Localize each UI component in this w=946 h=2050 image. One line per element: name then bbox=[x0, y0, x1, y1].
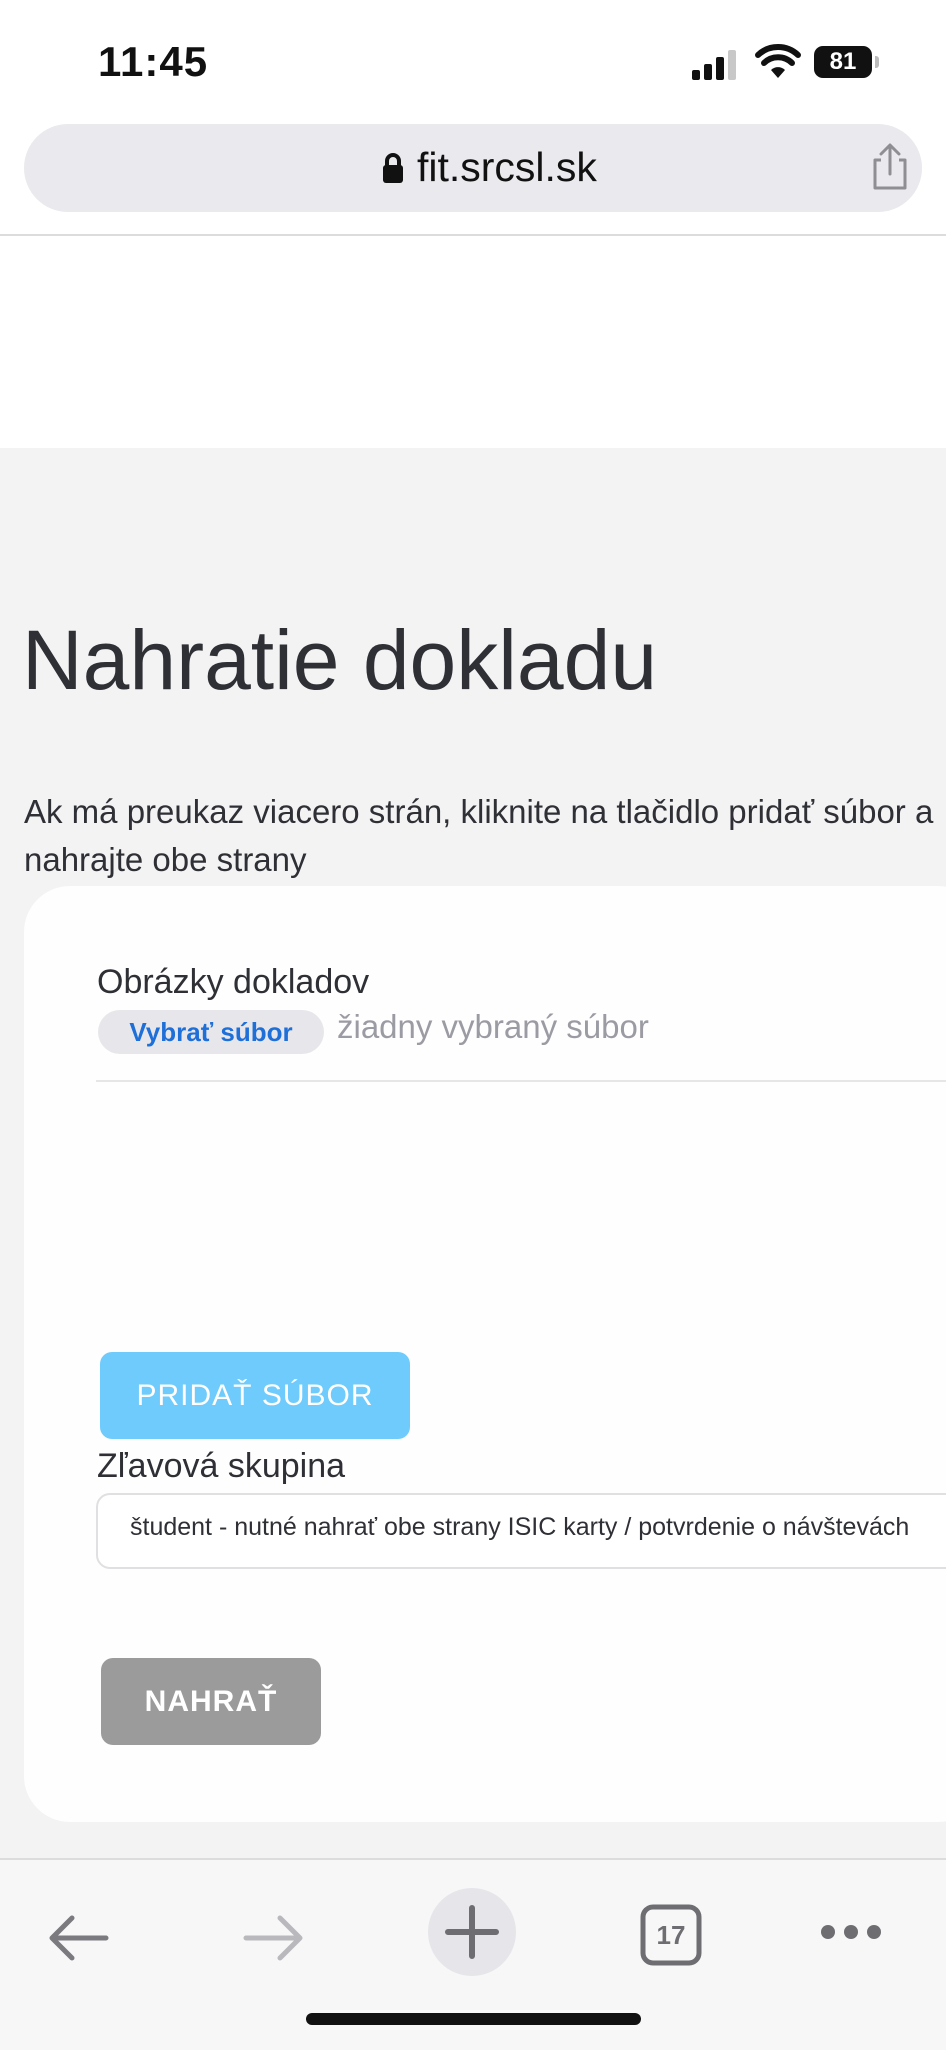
battery-level: 81 bbox=[814, 46, 872, 78]
back-arrow-icon[interactable] bbox=[46, 1914, 110, 1962]
images-label: Obrázky dokladov bbox=[97, 963, 370, 1001]
home-indicator bbox=[306, 2013, 641, 2025]
add-file-button[interactable]: PRIDAŤ SÚBOR bbox=[100, 1352, 410, 1439]
upload-button[interactable]: NAHRAŤ bbox=[101, 1658, 321, 1745]
discount-group-select[interactable]: študent - nutné nahrať obe strany ISIC k… bbox=[96, 1493, 946, 1569]
new-tab-icon[interactable] bbox=[428, 1888, 516, 1976]
battery-icon: 81 bbox=[814, 46, 880, 78]
forward-arrow-icon[interactable] bbox=[242, 1914, 306, 1962]
page-description: Ak má preukaz viacero strán, kliknite na… bbox=[24, 793, 934, 878]
more-icon[interactable] bbox=[818, 1922, 884, 1942]
divider bbox=[0, 234, 946, 236]
tabs-icon[interactable]: 17 bbox=[640, 1904, 702, 1966]
tab-count: 17 bbox=[656, 1920, 686, 1950]
file-status-text: žiadny vybraný súbor bbox=[337, 1008, 649, 1045]
discount-group-value: študent - nutné nahrať obe strany ISIC k… bbox=[130, 1513, 910, 1541]
share-icon[interactable] bbox=[866, 142, 914, 192]
choose-file-button[interactable]: Vybrať súbor bbox=[98, 1010, 324, 1054]
page-title: Nahratie dokladu bbox=[22, 613, 658, 707]
signal-icon bbox=[692, 50, 736, 80]
status-bar: 11:45 81 bbox=[0, 0, 946, 118]
url-text[interactable]: fit.srcsl.sk bbox=[417, 144, 597, 191]
file-input-underline bbox=[96, 1080, 946, 1082]
address-bar[interactable]: fit.srcsl.sk bbox=[24, 124, 922, 212]
status-time: 11:45 bbox=[98, 38, 209, 85]
discount-group-label: Zľavová skupina bbox=[97, 1447, 346, 1485]
lock-icon bbox=[383, 153, 403, 183]
wifi-icon bbox=[755, 44, 801, 78]
